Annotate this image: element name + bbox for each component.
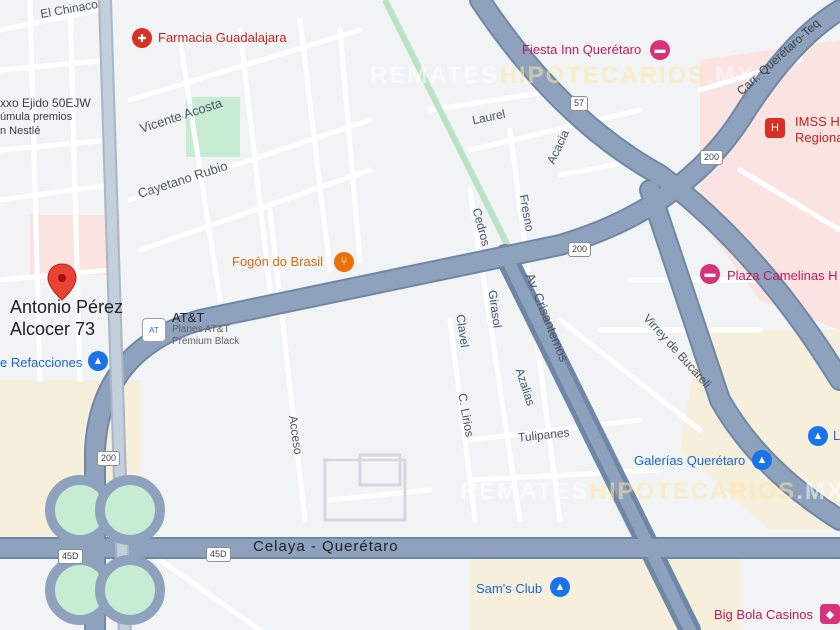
map-canvas[interactable]: REMATESHIPOTECARIOS.MX REMATESHIPOTECARI… (0, 0, 840, 630)
route-shield-200: 200 (97, 451, 121, 466)
shopping-bag-icon[interactable]: ▲ (752, 450, 772, 470)
poi-imss[interactable]: IMSS He Regiona (795, 114, 840, 146)
watermark-part-c: .MX (796, 478, 840, 505)
poi-formula-line2: n Nestlé (0, 125, 41, 137)
route-shield-57: 57 (570, 96, 589, 111)
poi-oxxo-group[interactable]: xxo Ejido 50EJW úmula premios n Nestlé (0, 96, 91, 138)
selected-address-label: Antonio Pérez Alcocer 73 (10, 296, 123, 340)
watermark-part-a: REMATES (460, 478, 590, 505)
poi-partial-l[interactable]: L (833, 428, 840, 443)
street-celaya-queretaro: Celaya - Querétaro (253, 538, 399, 555)
poi-att[interactable]: AT&T Planes AT&T Premium Black (172, 310, 240, 348)
poi-imss-line2: Regiona (795, 130, 840, 145)
watermark-bottom: REMATESHIPOTECARIOS.MX (460, 478, 840, 506)
poi-plaza-camelinas[interactable]: Plaza Camelinas H (727, 268, 838, 283)
watermark-part-a: REMATES (370, 62, 500, 89)
poi-galerias-queretaro[interactable]: Galerías Querétaro (634, 453, 745, 468)
poi-sams-club[interactable]: Sam's Club (476, 581, 542, 596)
map-base-layer (0, 0, 840, 630)
att-logo-icon[interactable]: AT (142, 318, 166, 342)
watermark-part-b: HIPOTECARIOS (589, 478, 797, 505)
shopping-bag-icon[interactable]: ▲ (88, 351, 108, 371)
watermark-top: REMATESHIPOTECARIOS.MX (370, 62, 755, 90)
casino-icon[interactable]: ◆ (820, 604, 840, 624)
poi-big-bola-casinos[interactable]: Big Bola Casinos (714, 607, 813, 622)
poi-att-sub1: Planes AT&T (172, 324, 230, 335)
poi-att-sub2: Premium Black (172, 336, 240, 347)
poi-refacciones[interactable]: e Refacciones (0, 355, 82, 370)
poi-fiesta-inn[interactable]: Fiesta Inn Querétaro (522, 42, 641, 57)
poi-att-name: AT&T (172, 310, 205, 325)
pharmacy-icon[interactable]: ✚ (132, 28, 152, 48)
hotel-icon[interactable]: ▬ (650, 40, 670, 60)
address-line1: Antonio Pérez (10, 297, 124, 317)
route-shield-200: 200 (700, 150, 724, 165)
address-line2: Alcocer 73 (10, 319, 96, 339)
watermark-part-b: HIPOTECARIOS (499, 62, 707, 89)
poi-formula-line1: úmula premios (0, 111, 73, 123)
route-shield-200: 200 (568, 242, 592, 257)
rail-corridor (382, 0, 513, 252)
hotel-icon[interactable]: ▬ (700, 264, 720, 284)
poi-farmacia-guadalajara[interactable]: Farmacia Guadalajara (158, 30, 287, 45)
route-shield-45d: 45D (206, 547, 231, 562)
route-shield-45d: 45D (58, 549, 83, 564)
poi-oxxo: xxo Ejido 50EJW (0, 96, 91, 110)
restaurant-icon[interactable]: ⑂ (334, 252, 354, 272)
poi-fogon-do-brasil[interactable]: Fogón do Brasil (232, 254, 323, 269)
building-outlines (323, 453, 407, 522)
shopping-bag-icon[interactable]: ▲ (808, 426, 828, 446)
poi-imss-line1: IMSS He (795, 114, 840, 129)
shopping-bag-icon[interactable]: ▲ (550, 577, 570, 597)
map-pin-icon[interactable] (47, 263, 77, 301)
hospital-icon[interactable]: H (765, 118, 785, 138)
